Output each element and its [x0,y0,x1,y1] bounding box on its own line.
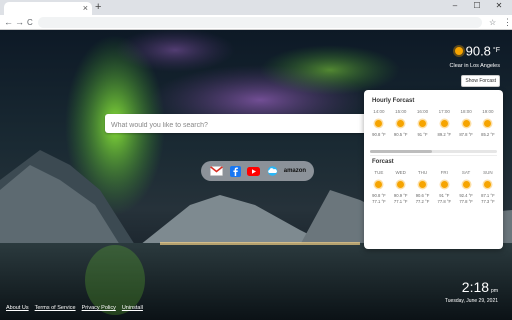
sun-icon [418,181,426,188]
forecast-panel: Hourly Forcast 14:00 90.8 °F 15:00 90.5 °F… [364,90,503,249]
show-forecast-button[interactable]: Show Forcast [461,75,500,87]
day-low: 77.8 °F [437,199,452,204]
hour-label: 16:00 [416,109,429,114]
hour-temp: 89.2 °F [437,132,452,137]
hourly-item: 15:00 90.5 °F [390,109,412,138]
weather-widget: 90.8 °F Clear in Los Angeles Show Forcast [450,42,500,87]
cloud-icon[interactable] [265,165,280,178]
close-window-button[interactable]: ✕ [488,0,510,12]
day-label: WED [395,170,406,175]
amazon-link[interactable]: amazon [284,165,306,178]
hourly-scrollbar[interactable] [370,150,497,153]
day-low: 77.1 °F [372,199,386,204]
hourly-forecast-row: 14:00 90.8 °F 15:00 90.5 °F 16:00 91 °F 17:… [368,109,499,138]
browser-tab[interactable]: × [4,2,92,15]
forecast-divider [370,155,497,156]
close-tab-icon[interactable]: × [83,2,88,15]
hour-temp: 90.5 °F [393,132,408,137]
sun-icon [462,120,470,127]
hour-temp: 87.8 °F [459,132,473,137]
clock-date: Tuesday, June 29, 2021 [444,298,498,304]
new-tab-page: 90.8 °F Clear in Los Angeles Show Forcast… [0,30,512,320]
maximize-button[interactable]: ☐ [466,0,488,12]
about-us-link[interactable]: About Us [6,305,29,311]
bookmark-star-icon[interactable]: ☆ [489,16,496,29]
terms-of-service-link[interactable]: Terms of Service [35,305,76,311]
temperature-unit: °F [492,47,500,55]
quick-links-bar: amazon [201,161,314,181]
sun-icon [375,181,383,188]
day-label: FRI [440,170,448,175]
hour-temp: 85.2 °F [481,132,495,137]
browser-menu-icon[interactable]: ⋮ [503,16,512,29]
new-tab-button[interactable]: + [95,1,101,14]
sun-icon [462,181,470,188]
sun-icon [375,120,383,127]
sun-icon [397,181,405,188]
daily-forecast-row: TUE 90.8 °F 77.1 °F WED 90.9 °F 77.1 °F THU 9… [368,170,499,205]
daily-item: TUE 90.8 °F 77.1 °F [368,170,390,205]
daily-item: WED 90.9 °F 77.1 °F [390,170,412,205]
forward-button[interactable]: → [15,16,24,29]
day-label: SAT [461,170,471,175]
daily-forecast-title: Forcast [372,159,394,165]
day-low: 77.1 °F [393,199,408,204]
search-bar [105,114,373,135]
daily-item: SAT 92.4 °F 77.8 °F [455,170,477,205]
uninstall-link[interactable]: Uninstall [122,305,143,311]
daily-item: THU 90.6 °F 77.2 °F [412,170,434,205]
day-label: TUE [374,170,384,175]
hourly-item: 14:00 90.8 °F [368,109,390,138]
hourly-item: 19:00 85.2 °F [477,109,499,138]
weather-condition: Clear in Los Angeles [449,63,500,69]
day-label: THU [417,170,428,175]
reload-button[interactable]: C [27,16,33,29]
browser-toolbar: ← → C ☆ ⋮ [0,15,512,30]
daily-item: SUN 87.1 °F 77.3 °F [477,170,499,205]
back-button[interactable]: ← [4,16,13,29]
hour-label: 19:00 [482,109,494,114]
day-low: 77.3 °F [481,199,495,204]
day-low: 77.2 °F [415,199,430,204]
scrollbar-thumb[interactable] [370,150,432,153]
sun-icon [418,120,426,127]
sun-icon [440,181,448,188]
hourly-item: 16:00 91 °F [412,109,434,138]
hour-temp: 90.8 °F [372,132,386,137]
youtube-icon[interactable] [246,165,261,178]
sun-icon [397,120,405,127]
clock-time: 2:18 [461,279,490,295]
footer-links: About Us Terms of Service Privacy Policy… [6,305,143,311]
clock-ampm: pm [491,288,498,294]
sun-icon [454,46,463,55]
gmail-icon[interactable] [209,165,224,178]
sun-icon [484,120,492,127]
search-input[interactable] [105,116,373,135]
hour-temp: 91 °F [417,132,428,137]
facebook-icon[interactable] [228,165,243,178]
hour-label: 17:00 [438,109,450,114]
daily-item: FRI 91 °F 77.8 °F [433,170,455,205]
hour-label: 15:00 [395,109,407,114]
hour-label: 14:00 [373,109,385,114]
current-temperature: 90.8 [465,43,491,59]
day-label: SUN [483,170,493,175]
tab-strip: × + – ☐ ✕ [0,0,512,15]
sun-icon [440,120,448,127]
hourly-forecast-title: Hourly Forcast [372,98,415,104]
hour-label: 18:00 [460,109,472,114]
sun-icon [484,181,492,188]
day-low: 77.8 °F [459,199,473,204]
privacy-policy-link[interactable]: Privacy Policy [82,305,116,311]
address-bar[interactable] [38,17,482,28]
clock-widget: 2:18 pm Tuesday, June 29, 2021 [445,279,498,304]
minimize-button[interactable]: – [444,0,466,12]
hourly-item: 17:00 89.2 °F [433,109,455,138]
hourly-item: 18:00 87.8 °F [455,109,477,138]
